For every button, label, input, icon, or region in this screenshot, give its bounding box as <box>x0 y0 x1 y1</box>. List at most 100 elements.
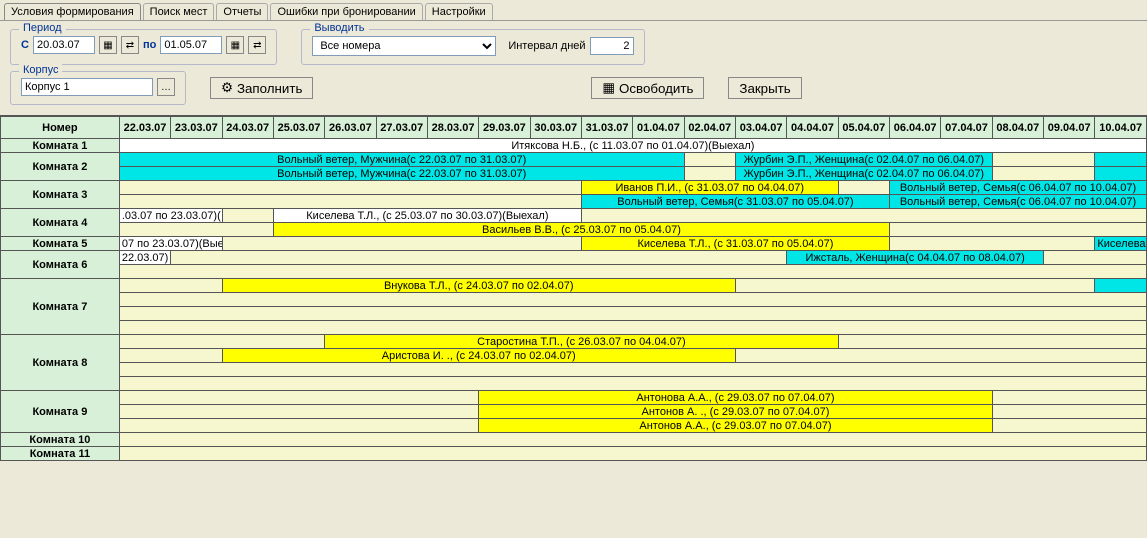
empty-cell[interactable] <box>992 419 1146 433</box>
booking-bar[interactable]: Иванов П.И., (с 31.03.07 по 04.04.07) <box>581 181 838 195</box>
booking-bar[interactable] <box>1095 167 1147 181</box>
booking-label: Ижсталь, Женщина(с 04.04.07 по 08.04.07) <box>787 252 1043 264</box>
to-label: по <box>143 39 156 51</box>
tab-4[interactable]: Настройки <box>425 3 493 20</box>
empty-cell[interactable] <box>992 153 1095 167</box>
tab-0[interactable]: Условия формирования <box>4 3 141 20</box>
empty-cell[interactable] <box>684 153 735 167</box>
empty-cell[interactable] <box>119 447 1146 461</box>
empty-cell[interactable] <box>119 405 478 419</box>
to-date-input[interactable] <box>160 36 222 54</box>
empty-cell[interactable] <box>119 419 478 433</box>
empty-cell[interactable] <box>119 279 222 293</box>
booking-bar[interactable]: Журбин Э.П., Женщина(с 02.04.07 по 06.04… <box>735 167 992 181</box>
booking-bar[interactable]: Антонов А. ., (с 29.03.07 по 07.04.07) <box>479 405 992 419</box>
empty-cell[interactable] <box>1044 251 1147 265</box>
booking-bar[interactable]: Киселева <box>1095 237 1147 251</box>
from-date-input[interactable] <box>33 36 95 54</box>
empty-cell[interactable] <box>684 167 735 181</box>
date-header: 28.03.07 <box>427 117 478 139</box>
booking-bar[interactable]: Антонова А.А., (с 29.03.07 по 07.04.07) <box>479 391 992 405</box>
booking-bar[interactable]: Киселева Т.Л., (с 31.03.07 по 05.04.07) <box>581 237 889 251</box>
tab-3[interactable]: Ошибки при бронировании <box>270 3 422 20</box>
building-input[interactable] <box>21 78 153 96</box>
date-header: 26.03.07 <box>325 117 376 139</box>
empty-cell[interactable] <box>838 181 889 195</box>
booking-bar[interactable]: Внукова Т.Л., (с 24.03.07 по 02.04.07) <box>222 279 735 293</box>
booking-label: .03.07 по 23.03.07)( <box>120 210 222 222</box>
tab-1[interactable]: Поиск мест <box>143 3 215 20</box>
calendar-icon[interactable]: ▦ <box>226 36 244 54</box>
booking-bar[interactable] <box>1095 153 1147 167</box>
empty-cell[interactable] <box>119 391 478 405</box>
empty-cell[interactable] <box>171 251 787 265</box>
empty-cell[interactable] <box>119 181 581 195</box>
booking-bar[interactable]: Ижсталь, Женщина(с 04.04.07 по 08.04.07) <box>787 251 1044 265</box>
booking-label: Васильев В.В., (с 25.03.07 по 05.04.07) <box>274 224 889 236</box>
booking-label: Киселева Т.Л., (с 31.03.07 по 05.04.07) <box>582 238 889 250</box>
booking-bar[interactable]: Старостина Т.П., (с 26.03.07 по 04.04.07… <box>325 335 838 349</box>
fill-button[interactable]: ⚙ Заполнить <box>210 77 313 99</box>
booking-label: Вольный ветер, Семья(с 06.04.07 по 10.04… <box>890 182 1146 194</box>
calendar-icon[interactable]: ▦ <box>99 36 117 54</box>
booking-bar[interactable]: Журбин Э.П., Женщина(с 02.04.07 по 06.04… <box>735 153 992 167</box>
booking-label: 07 по 23.03.07)(Вые <box>120 238 222 250</box>
booking-bar[interactable]: Вольный ветер, Мужчина(с 22.03.07 по 31.… <box>119 153 684 167</box>
booking-label: Вольный ветер, Семья(с 31.03.07 по 05.04… <box>582 196 889 208</box>
booking-bar[interactable]: Аристова И. ., (с 24.03.07 по 02.04.07) <box>222 349 735 363</box>
empty-cell[interactable] <box>889 223 1146 237</box>
empty-cell[interactable] <box>119 223 273 237</box>
controls-row: Период С ▦ ⇄ по ▦ ⇄ Выводить Все номера … <box>0 21 1147 71</box>
date-header: 02.04.07 <box>684 117 735 139</box>
empty-cell[interactable] <box>119 377 1146 391</box>
empty-cell[interactable] <box>119 293 1146 307</box>
close-button[interactable]: Закрыть <box>728 77 801 99</box>
booking-bar[interactable]: 07 по 23.03.07)(Вые <box>119 237 222 251</box>
empty-cell[interactable] <box>222 209 273 223</box>
empty-cell[interactable] <box>889 237 1094 251</box>
empty-cell[interactable] <box>119 433 1146 447</box>
booking-label: Вольный ветер, Мужчина(с 22.03.07 по 31.… <box>120 168 684 180</box>
interval-input[interactable] <box>590 37 634 55</box>
empty-cell[interactable] <box>222 237 581 251</box>
date-header: 01.04.07 <box>633 117 684 139</box>
empty-cell[interactable] <box>992 405 1146 419</box>
booking-bar[interactable]: .03.07 по 23.03.07)( <box>119 209 222 223</box>
booking-bar[interactable]: Антонов А.А., (с 29.03.07 по 07.04.07) <box>479 419 992 433</box>
room-label: Комната 8 <box>1 335 120 391</box>
booking-bar[interactable] <box>1095 279 1147 293</box>
room-label: Комната 5 <box>1 237 120 251</box>
booking-bar[interactable]: Вольный ветер, Семья(с 31.03.07 по 05.04… <box>581 195 889 209</box>
date-header: 25.03.07 <box>273 117 324 139</box>
rooms-select[interactable]: Все номера <box>312 36 496 56</box>
date-header: 31.03.07 <box>581 117 632 139</box>
from-label: С <box>21 39 29 51</box>
arrows-icon[interactable]: ⇄ <box>248 36 266 54</box>
empty-cell[interactable] <box>992 167 1095 181</box>
empty-cell[interactable] <box>735 349 1146 363</box>
tab-2[interactable]: Отчеты <box>216 3 268 20</box>
empty-cell[interactable] <box>119 321 1146 335</box>
booking-bar[interactable]: Киселева Т.Л., (с 25.03.07 по 30.03.07)(… <box>273 209 581 223</box>
booking-bar[interactable]: Вольный ветер, Семья(с 06.04.07 по 10.04… <box>889 195 1146 209</box>
empty-cell[interactable] <box>992 391 1146 405</box>
empty-cell[interactable] <box>119 265 1146 279</box>
building-fieldset: Корпус … <box>10 71 186 105</box>
empty-cell[interactable] <box>119 363 1146 377</box>
arrows-icon[interactable]: ⇄ <box>121 36 139 54</box>
empty-cell[interactable] <box>119 307 1146 321</box>
fill-icon: ⚙ <box>221 80 233 96</box>
empty-cell[interactable] <box>735 279 1094 293</box>
booking-bar[interactable]: Итяксова Н.Б., (с 11.03.07 по 01.04.07)(… <box>119 139 1146 153</box>
lookup-icon[interactable]: … <box>157 78 175 96</box>
empty-cell[interactable] <box>119 195 581 209</box>
empty-cell[interactable] <box>119 349 222 363</box>
empty-cell[interactable] <box>838 335 1146 349</box>
booking-bar[interactable]: Вольный ветер, Семья(с 06.04.07 по 10.04… <box>889 181 1146 195</box>
booking-bar[interactable]: Вольный ветер, Мужчина(с 22.03.07 по 31.… <box>119 167 684 181</box>
free-button[interactable]: ▦ Освободить <box>591 77 704 99</box>
empty-cell[interactable] <box>581 209 1146 223</box>
booking-bar[interactable]: Васильев В.В., (с 25.03.07 по 05.04.07) <box>273 223 889 237</box>
booking-bar[interactable]: 22.03.07) <box>119 251 170 265</box>
empty-cell[interactable] <box>119 335 324 349</box>
